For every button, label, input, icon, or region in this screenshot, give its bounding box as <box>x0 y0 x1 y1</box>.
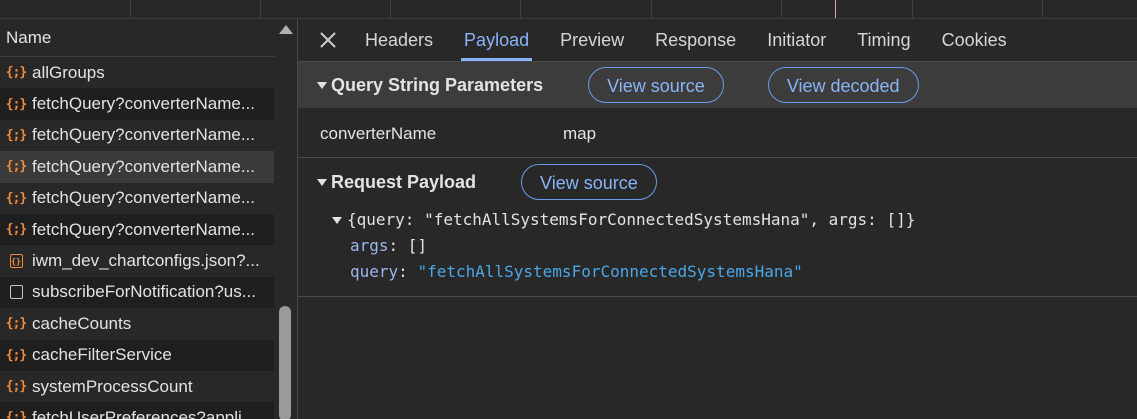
payload-summary-text: {query: "fetchAllSystemsForConnectedSyst… <box>347 210 916 229</box>
json-braces-icon: {;} <box>5 347 28 363</box>
request-name: subscribeForNotification?us... <box>32 282 256 302</box>
tab-payload[interactable]: Payload <box>461 19 533 61</box>
section-title: Request Payload <box>331 171 477 192</box>
expand-triangle-icon[interactable] <box>317 81 327 89</box>
param-value: map <box>563 124 597 143</box>
tab-preview[interactable]: Preview <box>560 19 624 61</box>
request-name: cacheCounts <box>32 313 132 333</box>
expand-triangle-icon[interactable] <box>332 216 342 224</box>
query-param-row: converterName map <box>298 109 1137 158</box>
request-name: iwm_dev_chartconfigs.json?... <box>32 251 260 271</box>
payload-property-query: query: "fetchAllSystemsForConnectedSyste… <box>350 262 803 281</box>
request-name: fetchUserPreferences?appli... <box>32 407 256 419</box>
param-key: converterName <box>320 124 437 143</box>
request-name: fetchQuery?converterName... <box>32 188 255 208</box>
request-payload-section-header[interactable]: Request Payload View source <box>298 159 1137 205</box>
section-title: Query String Parameters <box>331 74 544 95</box>
json-braces-icon: {;} <box>5 316 28 332</box>
property-value: "fetchAllSystemsForConnectedSystemsHana" <box>417 262 803 281</box>
view-source-button[interactable]: View source <box>521 164 657 200</box>
view-decoded-button[interactable]: View decoded <box>767 67 919 103</box>
timeline-marker <box>835 0 836 18</box>
timeline-gridline <box>1042 0 1043 18</box>
property-value: [] <box>407 236 428 255</box>
json-file-icon: {} <box>6 254 26 269</box>
request-row[interactable]: {;} cacheCounts <box>0 308 274 339</box>
name-column-header[interactable]: Name <box>0 19 275 57</box>
document-icon <box>6 285 26 300</box>
json-braces-icon: {;} <box>5 159 28 175</box>
request-name: fetchQuery?converterName... <box>32 125 255 145</box>
timeline-gridline <box>130 0 131 18</box>
list-scrollbar[interactable] <box>276 19 296 419</box>
request-row[interactable]: {;} cacheFilterService <box>0 339 274 371</box>
timeline-gridline <box>651 0 652 18</box>
property-key: args <box>350 236 389 255</box>
query-string-section-header[interactable]: Query String Parameters View source View… <box>298 62 1137 108</box>
timeline-gridline <box>520 0 521 18</box>
tab-timing[interactable]: Timing <box>857 19 910 61</box>
json-braces-icon: {;} <box>5 222 28 238</box>
request-list: Name {;} allGroups {;} fetchQuery?converte… <box>0 19 298 419</box>
request-row[interactable]: {;} systemProcessCount <box>0 371 274 402</box>
request-row[interactable]: {;} fetchQuery?converterName... <box>0 183 274 214</box>
json-braces-icon: {;} <box>5 96 28 112</box>
request-row[interactable]: {;} allGroups <box>0 57 274 88</box>
tab-initiator[interactable]: Initiator <box>767 19 826 61</box>
close-icon[interactable] <box>317 29 339 51</box>
request-row[interactable]: {;} fetchUserPreferences?appli... <box>0 402 274 419</box>
request-name: fetchQuery?converterName... <box>32 219 255 239</box>
scrollbar-thumb[interactable] <box>279 306 291 419</box>
tab-headers[interactable]: Headers <box>365 19 433 61</box>
details-tab-bar: Headers Payload Preview Response Initiat… <box>298 19 1137 62</box>
request-row[interactable]: subscribeForNotification?us... <box>0 276 274 309</box>
expand-triangle-icon[interactable] <box>317 178 327 186</box>
scroll-up-arrow-icon[interactable] <box>279 25 293 34</box>
property-key: query <box>350 262 399 281</box>
section-divider <box>298 296 1137 297</box>
json-braces-icon: {;} <box>5 127 28 143</box>
payload-tree: {query: "fetchAllSystemsForConnectedSyst… <box>298 207 1137 285</box>
view-source-button[interactable]: View source <box>588 67 724 103</box>
request-rows: {;} allGroups {;} fetchQuery?converterName… <box>0 57 274 419</box>
json-braces-icon: {;} <box>5 190 28 206</box>
json-braces-icon: {;} <box>5 410 28 419</box>
request-row[interactable]: {} iwm_dev_chartconfigs.json?... <box>0 245 274 276</box>
tab-response[interactable]: Response <box>655 19 736 61</box>
timeline-gridline <box>912 0 913 18</box>
request-details-panel: Headers Payload Preview Response Initiat… <box>298 19 1137 419</box>
request-row[interactable]: {;} fetchQuery?converterName... <box>0 213 274 246</box>
json-braces-icon: {;} <box>5 65 28 81</box>
request-name: cacheFilterService <box>32 345 172 365</box>
request-name: allGroups <box>32 62 105 82</box>
request-row[interactable]: {;} fetchQuery?converterName... <box>0 88 274 120</box>
timeline-gridline <box>390 0 391 18</box>
waterfall-timeline <box>0 0 1137 19</box>
tab-cookies[interactable]: Cookies <box>942 19 1007 61</box>
timeline-gridline <box>781 0 782 18</box>
request-row[interactable]: {;} fetchQuery?converterName... <box>0 120 274 151</box>
request-name: systemProcessCount <box>32 376 193 396</box>
request-name: fetchQuery?converterName... <box>32 156 255 176</box>
json-braces-icon: {;} <box>5 379 28 395</box>
payload-object-summary[interactable]: {query: "fetchAllSystemsForConnectedSyst… <box>298 207 1137 233</box>
payload-property-args: args: [] <box>350 236 428 255</box>
request-row-selected[interactable]: {;} fetchQuery?converterName... <box>0 151 274 183</box>
request-name: fetchQuery?converterName... <box>32 94 255 114</box>
timeline-gridline <box>260 0 261 18</box>
